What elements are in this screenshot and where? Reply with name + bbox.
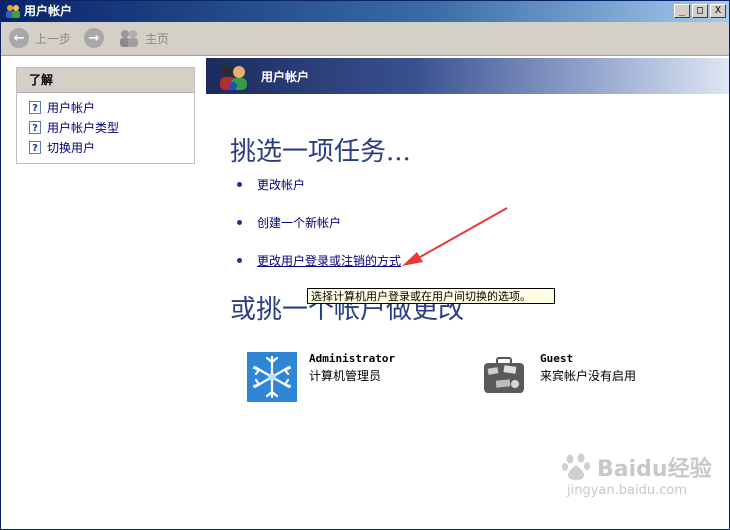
tooltip: 选择计算机用户登录或在用户间切换的选项。: [307, 288, 555, 304]
task-change-logon-method[interactable]: 更改用户登录或注销的方式: [237, 252, 401, 269]
help-icon: ?: [29, 141, 41, 154]
sidebar-item-user-accounts[interactable]: ? 用户帐户: [29, 99, 95, 116]
back-button[interactable]: ← 上一步: [9, 27, 71, 49]
snowflake-icon: [247, 352, 297, 402]
account-description: 来宾帐户没有启用: [540, 369, 637, 383]
close-button[interactable]: X: [710, 4, 726, 18]
banner-title: 用户帐户: [261, 70, 310, 84]
pick-task-heading: 挑选一项任务...: [230, 137, 411, 167]
sidebar-item-label: 切换用户: [47, 141, 96, 155]
annotation-arrow-icon: [402, 207, 508, 266]
user-accounts-window: 用户帐户 _ □ X ← 上一步 → 主页 了解 ? 用户帐户 ? 用户帐户类型…: [0, 0, 730, 530]
account-name: Guest: [540, 352, 574, 365]
help-icon: ?: [29, 121, 41, 134]
task-label: 更改用户登录或注销的方式: [257, 254, 402, 268]
forward-button[interactable]: →: [84, 27, 110, 49]
learn-about-header: 了解: [17, 68, 194, 93]
home-button[interactable]: 主页: [118, 27, 169, 49]
suitcase-icon: [484, 357, 524, 393]
watermark-url: jingyan.baidu.com: [567, 483, 687, 498]
bullet-icon: [237, 258, 242, 263]
sidebar-item-account-types[interactable]: ? 用户帐户类型: [29, 119, 119, 136]
sidebar-item-label: 用户帐户类型: [47, 121, 120, 135]
page-banner: 用户帐户: [206, 58, 729, 94]
forward-arrow-icon: →: [84, 28, 104, 48]
baidu-watermark: Baidu经验 jingyan.baidu.com: [561, 451, 712, 498]
watermark-brand: Baidu经验: [597, 457, 712, 482]
home-users-icon: [120, 30, 138, 47]
back-button-label: 上一步: [35, 31, 72, 46]
learn-about-panel: 了解 ? 用户帐户 ? 用户帐户类型 ? 切换用户: [16, 67, 195, 164]
back-arrow-icon: ←: [9, 28, 29, 48]
task-label: 更改帐户: [257, 178, 306, 192]
task-change-account[interactable]: 更改帐户: [237, 176, 305, 193]
account-administrator[interactable]: Administrator 计算机管理员: [247, 352, 395, 402]
account-description: 计算机管理员: [309, 369, 382, 383]
home-button-label: 主页: [145, 31, 170, 46]
bullet-icon: [237, 182, 242, 187]
user-accounts-app-icon: [6, 5, 20, 18]
window-title: 用户帐户: [24, 4, 73, 18]
sidebar-item-switch-users[interactable]: ? 切换用户: [29, 139, 95, 156]
help-icon: ?: [29, 101, 41, 114]
maximize-button[interactable]: □: [692, 4, 708, 18]
account-name: Administrator: [309, 352, 396, 365]
sidebar-item-label: 用户帐户: [47, 101, 96, 115]
task-create-account[interactable]: 创建一个新帐户: [237, 214, 341, 231]
title-bar[interactable]: 用户帐户 _ □ X: [1, 1, 729, 22]
user-accounts-icon: [220, 65, 247, 90]
task-label: 创建一个新帐户: [257, 216, 342, 230]
window-controls: _ □ X: [674, 4, 726, 18]
bullet-icon: [237, 220, 242, 225]
baidu-paw-icon: [562, 453, 590, 481]
account-guest[interactable]: Guest 来宾帐户没有启用: [482, 352, 636, 396]
minimize-button[interactable]: _: [674, 4, 690, 18]
navigation-toolbar: ← 上一步 → 主页: [1, 22, 729, 56]
